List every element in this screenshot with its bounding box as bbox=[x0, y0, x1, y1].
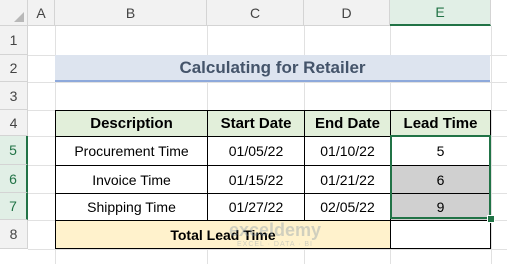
row-header-5[interactable]: 5 bbox=[0, 136, 28, 165]
gridline bbox=[28, 82, 507, 83]
sheet-title[interactable]: Calculating for Retailer bbox=[55, 55, 490, 82]
table-cell-description[interactable]: Invoice Time bbox=[55, 165, 208, 194]
header-end-date[interactable]: End Date bbox=[304, 110, 391, 137]
table-cell-start-date[interactable]: 01/05/22 bbox=[207, 136, 305, 166]
column-header-a[interactable]: A bbox=[28, 0, 55, 26]
exceldemy-watermark: exceldemy EXCEL · DATA · BI bbox=[205, 220, 345, 260]
watermark-brand: exceldemy bbox=[228, 220, 322, 240]
table-cell-description[interactable]: Procurement Time bbox=[55, 136, 208, 166]
row-header-1[interactable]: 1 bbox=[0, 26, 28, 55]
table-cell-start-date[interactable]: 01/15/22 bbox=[207, 165, 305, 194]
select-all-triangle-icon bbox=[14, 12, 24, 22]
header-lead-time[interactable]: Lead Time bbox=[390, 110, 491, 137]
row-header-6[interactable]: 6 bbox=[0, 165, 28, 193]
table-cell-end-date[interactable]: 01/10/22 bbox=[304, 136, 391, 166]
column-header-e[interactable]: E bbox=[390, 0, 491, 26]
table-cell-lead-time[interactable]: 9 bbox=[390, 193, 491, 221]
table-cell-end-date[interactable]: 02/05/22 bbox=[304, 193, 391, 221]
row-header-7[interactable]: 7 bbox=[0, 193, 28, 220]
table-cell-lead-time[interactable]: 6 bbox=[390, 165, 491, 194]
watermark-tagline: EXCEL · DATA · BI bbox=[237, 241, 313, 248]
row-header-3[interactable]: 3 bbox=[0, 82, 28, 110]
row-header-2[interactable]: 2 bbox=[0, 55, 28, 82]
column-header-c[interactable]: C bbox=[207, 0, 304, 26]
column-header-b[interactable]: B bbox=[55, 0, 207, 26]
spreadsheet-grid: A B C D E 1 2 3 4 5 6 7 8 Calculating fo… bbox=[0, 0, 507, 264]
total-lead-time-value[interactable] bbox=[390, 220, 491, 249]
column-header-d[interactable]: D bbox=[304, 0, 390, 26]
table-cell-description[interactable]: Shipping Time bbox=[55, 193, 208, 221]
table-cell-start-date[interactable]: 01/27/22 bbox=[207, 193, 305, 221]
fill-handle[interactable] bbox=[487, 215, 495, 223]
gridline bbox=[491, 26, 492, 264]
row-header-8[interactable]: 8 bbox=[0, 220, 28, 249]
table-cell-end-date[interactable]: 01/21/22 bbox=[304, 165, 391, 194]
select-all-corner[interactable] bbox=[0, 0, 28, 26]
row-header-4[interactable]: 4 bbox=[0, 110, 28, 136]
table-cell-lead-time[interactable]: 5 bbox=[390, 136, 491, 166]
header-start-date[interactable]: Start Date bbox=[207, 110, 305, 137]
header-description[interactable]: Description bbox=[55, 110, 208, 137]
